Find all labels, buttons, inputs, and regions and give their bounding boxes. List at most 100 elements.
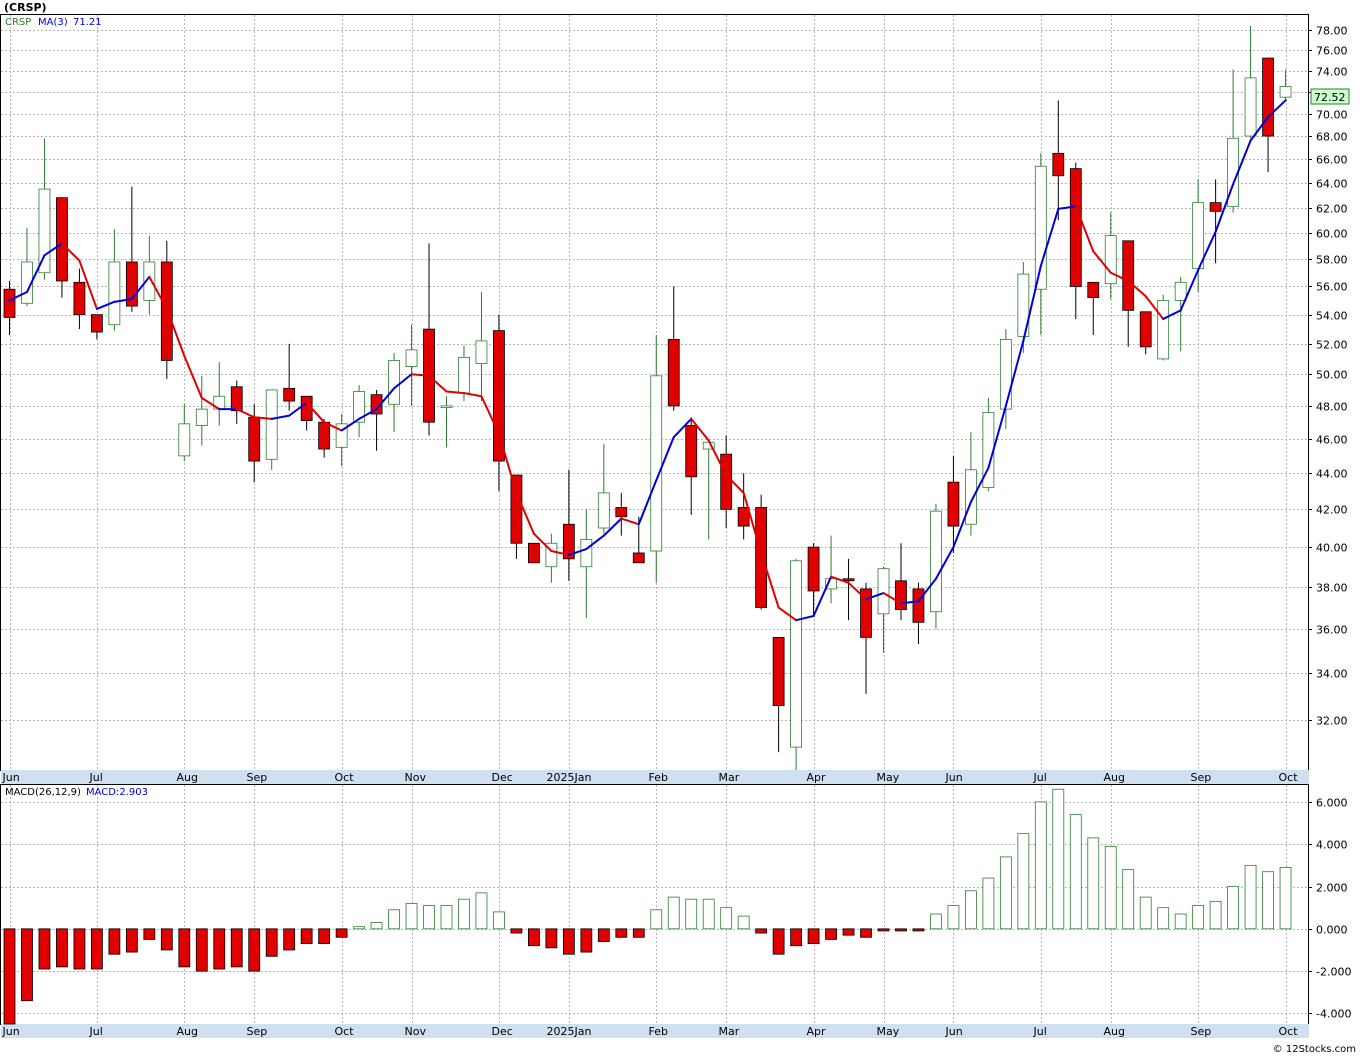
candle-body <box>685 425 698 478</box>
macd-bar-positive <box>685 898 698 930</box>
candle-body <box>930 510 942 613</box>
macd-bar-positive <box>1034 801 1047 930</box>
price-y-tick-label: 68.00 <box>1316 131 1348 144</box>
legend-macd-params: MACD(26,12,9) <box>5 787 81 798</box>
macd-bar-positive <box>982 877 995 930</box>
candle-body <box>1069 168 1082 287</box>
macd-bar-positive <box>1087 837 1100 930</box>
macd-bar-positive <box>999 856 1012 930</box>
candle-body <box>807 546 820 592</box>
macd-bar-positive <box>440 905 453 930</box>
macd-bar-negative <box>230 928 243 968</box>
candle-body <box>1192 202 1205 270</box>
macd-bar-negative <box>510 928 523 934</box>
price-y-tick-label: 70.00 <box>1316 109 1348 122</box>
price-y-tick-label: 42.00 <box>1316 504 1348 517</box>
candle-body <box>1087 281 1100 299</box>
macd-x-tick-label: Jun <box>2 1025 20 1038</box>
macd-bar-negative <box>807 928 820 945</box>
candle-body <box>1034 165 1047 290</box>
macd-bar-positive <box>1192 905 1205 930</box>
macd-x-tick-label: Dec <box>492 1025 513 1038</box>
macd-bar-positive <box>1262 871 1274 930</box>
macd-bar-negative <box>895 928 907 932</box>
macd-bar-positive <box>1069 814 1082 930</box>
macd-bar-negative <box>283 928 296 951</box>
candle-down <box>528 542 540 564</box>
price-x-tick-label: Nov <box>405 771 427 784</box>
candle-body <box>265 389 278 460</box>
price-y-tick-label: 56.00 <box>1316 281 1348 294</box>
price-y-tick-label: 40.00 <box>1316 542 1348 555</box>
macd-bar-negative <box>73 928 86 970</box>
macd-x-tick-label: Jul <box>1033 1025 1047 1038</box>
price-x-tick-label: Jul <box>1033 771 1047 784</box>
candle-body <box>790 560 802 748</box>
macd-x-tick-label: Aug <box>177 1025 198 1038</box>
price-x-tick-label: May <box>877 771 900 784</box>
macd-bar-positive <box>930 913 942 930</box>
candle-body <box>1104 235 1117 285</box>
price-x-tick-label: Jun <box>2 771 20 784</box>
candle-body <box>1209 202 1222 212</box>
price-y-tick-label: 52.00 <box>1316 339 1348 352</box>
macd-bar-positive <box>702 898 715 930</box>
macd-y-tick-label: -2.000 <box>1316 966 1351 979</box>
macd-bar-positive <box>1227 886 1239 930</box>
candle-up <box>1157 294 1170 361</box>
candle-body <box>493 330 505 462</box>
price-y-tick-label: 60.00 <box>1316 228 1348 241</box>
macd-bar-negative <box>56 928 68 968</box>
macd-bar-negative <box>912 928 925 932</box>
macd-x-tick-label: Feb <box>649 1025 668 1038</box>
price-x-tick-label: Jun <box>945 771 963 784</box>
candle-body <box>91 314 103 333</box>
price-x-axis: Jun Jul Aug Sep Oct Nov Dec 2025Jan Feb Mar Apr May… <box>2 771 1299 784</box>
macd-bar-negative <box>195 928 208 972</box>
candle-up <box>930 503 942 629</box>
macd-bar-positive <box>1104 845 1117 930</box>
macd-bar-positive <box>1209 900 1222 930</box>
macd-bar-negative <box>860 928 872 938</box>
candle-body <box>318 421 331 450</box>
candle-body <box>56 197 68 282</box>
candle-body <box>615 507 628 518</box>
price-x-tick-label: Mar <box>719 771 740 784</box>
legend-ma-label: MA(3) <box>38 17 68 28</box>
macd-bar-positive <box>1139 896 1152 930</box>
macd-x-tick-label: Jul <box>89 1025 103 1038</box>
candle-body <box>1122 240 1135 311</box>
legend-symbol: CRSP <box>5 17 31 28</box>
macd-bar-positive <box>353 926 366 930</box>
price-x-tick-label: Aug <box>177 771 198 784</box>
price-x-tick-label: Dec <box>492 771 513 784</box>
price-y-tick-label: 38.00 <box>1316 582 1348 595</box>
macd-bar-negative <box>213 928 226 970</box>
macd-bar-negative <box>125 928 138 953</box>
price-y-tick-label: 62.00 <box>1316 203 1348 216</box>
candle-body <box>528 542 540 564</box>
candle-body <box>737 507 750 527</box>
candle-body <box>38 188 51 274</box>
price-x-tick-label: Sep <box>1191 771 1212 784</box>
candle-body <box>73 281 86 316</box>
macd-bar-positive <box>947 905 960 930</box>
candle-body <box>999 339 1012 410</box>
price-y-tick-label: 46.00 <box>1316 434 1348 447</box>
candle-body <box>912 588 925 623</box>
macd-bar-positive <box>370 922 383 930</box>
macd-bar-positive <box>1052 788 1065 930</box>
macd-bar-positive <box>1244 864 1257 930</box>
macd-bar-negative <box>755 928 768 934</box>
macd-bar-negative <box>160 928 173 951</box>
candle-body <box>1139 311 1152 348</box>
candle-body <box>248 416 261 462</box>
macd-x-tick-label: 2025Jan <box>547 1025 592 1038</box>
macd-y-tick-label: 6.000 <box>1316 797 1348 810</box>
macd-bar-negative <box>597 928 610 942</box>
macd-bar-negative <box>632 928 645 938</box>
price-x-tick-label: Jul <box>89 771 103 784</box>
macd-y-tick-label: -4.000 <box>1316 1008 1351 1021</box>
candle-body <box>440 405 453 408</box>
candle-body <box>597 492 610 529</box>
